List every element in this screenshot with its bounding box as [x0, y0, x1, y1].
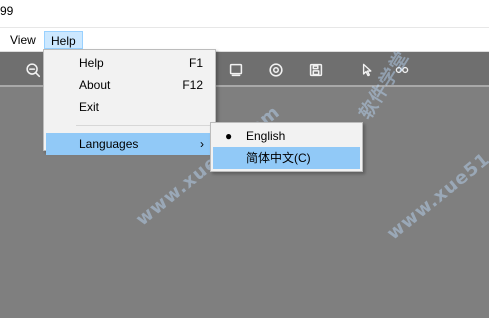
- menu-help[interactable]: Help: [44, 31, 83, 49]
- language-option-label: English: [246, 129, 286, 143]
- help-menu: Help F1 About F12 Exit Languages ›: [43, 49, 216, 155]
- menu-separator: [76, 125, 213, 126]
- zoom-icon[interactable]: [22, 59, 44, 81]
- languages-menu: ● English 简体中文(C): [210, 122, 363, 172]
- menu-item-help[interactable]: Help F1: [46, 52, 213, 74]
- language-option-chinese[interactable]: 简体中文(C): [213, 147, 360, 169]
- menu-item-label: Languages: [79, 137, 139, 151]
- title-bar: 99: [0, 0, 489, 28]
- glasses-icon[interactable]: [391, 59, 413, 81]
- menu-item-label: Help: [79, 56, 104, 70]
- save-icon[interactable]: [305, 59, 327, 81]
- language-option-english[interactable]: ● English: [213, 125, 360, 147]
- menu-item-languages[interactable]: Languages ›: [46, 133, 213, 155]
- menu-item-exit[interactable]: Exit: [46, 96, 213, 118]
- menu-item-about[interactable]: About F12: [46, 74, 213, 96]
- crop-icon[interactable]: [225, 59, 247, 81]
- circle-record-icon[interactable]: [265, 59, 287, 81]
- menu-view[interactable]: View: [4, 31, 42, 49]
- menu-item-label: Exit: [79, 100, 100, 114]
- menu-shortcut: F1: [188, 56, 203, 70]
- menu-item-label: About: [79, 78, 111, 92]
- cursor-icon[interactable]: [355, 59, 377, 81]
- selected-bullet-icon: ●: [225, 129, 233, 143]
- window-title: 99: [0, 4, 14, 18]
- menu-shortcut: F12: [182, 78, 203, 92]
- submenu-arrow-icon: ›: [200, 137, 204, 151]
- language-option-label: 简体中文(C): [246, 151, 311, 165]
